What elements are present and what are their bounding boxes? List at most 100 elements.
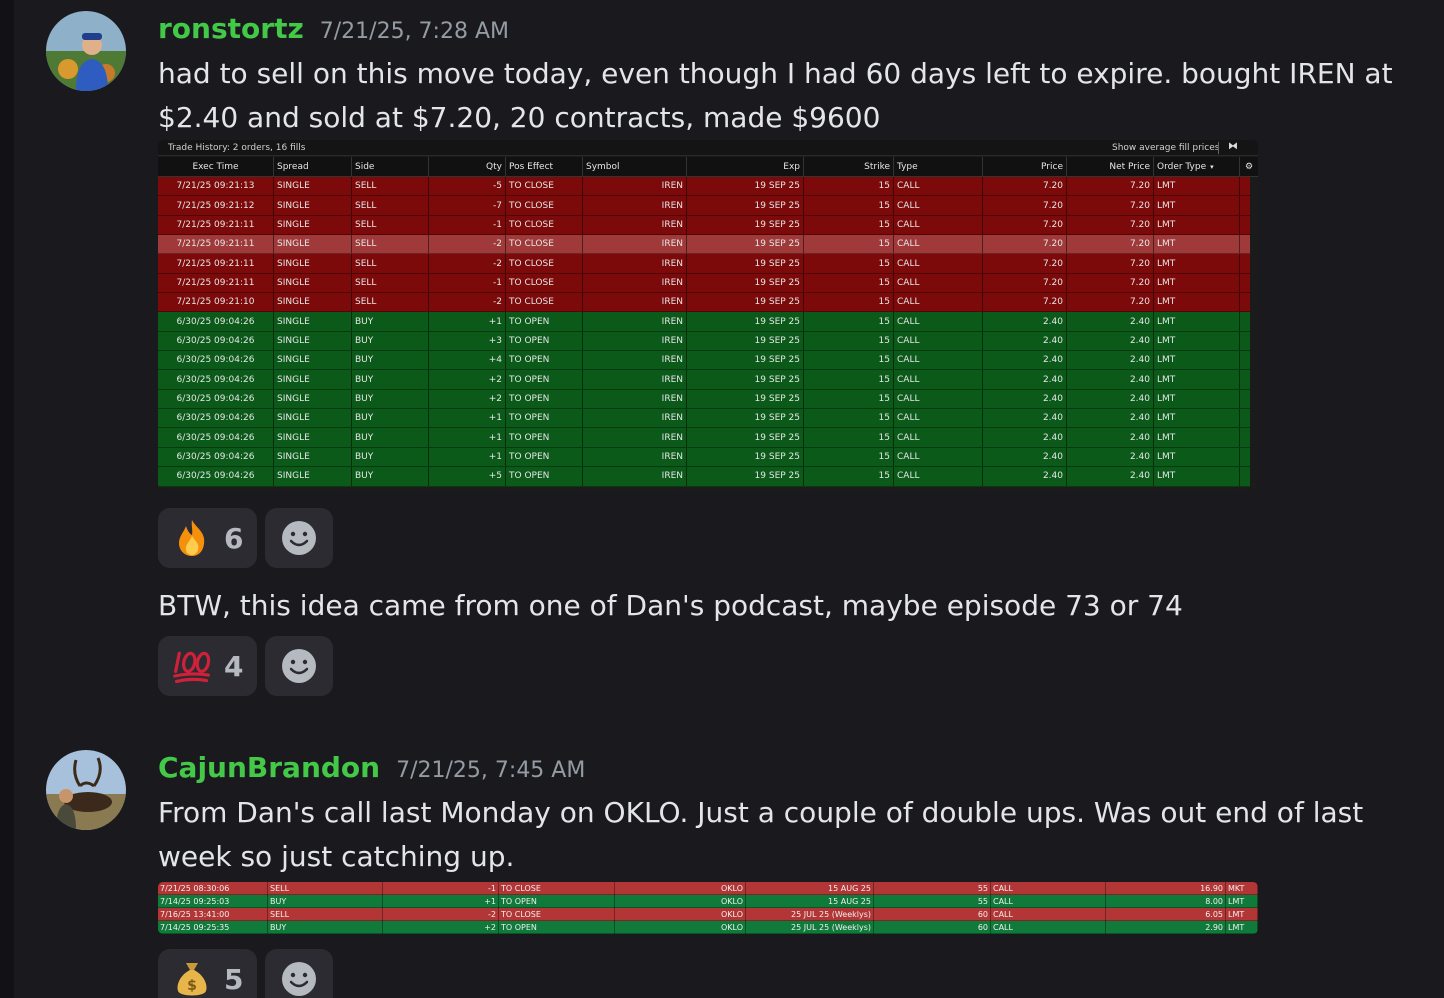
cell-spread: SINGLE bbox=[274, 235, 352, 254]
reaction-count: 5 bbox=[224, 962, 244, 996]
cell-exp: 19 SEP 25 bbox=[687, 312, 804, 331]
trade-history-image[interactable]: Trade History: 2 orders, 16 fills Show a… bbox=[158, 140, 1258, 490]
table-row: 6/30/25 09:04:26 SINGLE BUY +1 TO OPEN IREN 19… bbox=[158, 428, 1250, 448]
col-spread: Spread bbox=[274, 157, 352, 177]
cell-strike: 15 bbox=[804, 273, 894, 293]
cell-spread: SINGLE bbox=[274, 467, 352, 486]
cell-otype: LMT bbox=[1154, 177, 1240, 196]
col-exp: Exp bbox=[687, 157, 804, 177]
cell-spread: SINGLE bbox=[274, 273, 352, 293]
message-header: ronstortz 7/21/25, 7:28 AM bbox=[158, 12, 509, 45]
cell-side: SELL bbox=[352, 196, 429, 215]
table-row: 6/30/25 09:04:26 SINGLE BUY +1 TO OPEN IREN 19… bbox=[158, 312, 1250, 332]
cell-price: 7.20 bbox=[983, 215, 1067, 235]
cell-time: 7/21/25 09:21:11 bbox=[158, 235, 274, 254]
cell-pos: TO OPEN bbox=[506, 409, 583, 428]
cell-qty: -2 bbox=[429, 254, 506, 273]
cell-spread: SINGLE bbox=[274, 428, 352, 447]
table-row: 6/30/25 09:04:26 SINGLE BUY +4 TO OPEN IREN 19… bbox=[158, 351, 1250, 371]
cell-exp: 19 SEP 25 bbox=[687, 254, 804, 273]
cell-qty: +2 bbox=[383, 921, 499, 934]
cell-price: 2.40 bbox=[983, 389, 1067, 409]
cell-time: 7/21/25 09:21:13 bbox=[158, 177, 274, 196]
oklo-trades-image[interactable]: 7/21/25 08:30:06 SELL -1 TO CLOSE OKLO 15 AUG… bbox=[158, 882, 1258, 934]
cell-strike: 55 bbox=[874, 895, 991, 908]
cell-sym: OKLO bbox=[615, 895, 746, 908]
timestamp: 7/21/25, 7:28 AM bbox=[319, 19, 509, 44]
cell-sym: IREN bbox=[583, 235, 687, 254]
add-reaction-button[interactable] bbox=[265, 508, 334, 568]
message-text: had to sell on this move today, even tho… bbox=[158, 57, 1393, 134]
cell-pos: TO CLOSE bbox=[506, 293, 583, 312]
cell-strike: 15 bbox=[804, 428, 894, 447]
add-reaction-button[interactable] bbox=[265, 949, 334, 998]
table-row: 7/21/25 09:21:11 SINGLE SELL -1 TO CLOSE IREN… bbox=[158, 215, 1250, 236]
avatar[interactable] bbox=[46, 11, 126, 91]
cell-qty: -2 bbox=[429, 293, 506, 312]
cell-pos: TO OPEN bbox=[506, 428, 583, 447]
cell-exp: 25 JUL 25 (Weeklys) bbox=[746, 921, 874, 934]
message-text: From Dan's call last Monday on OKLO. Jus… bbox=[158, 796, 1364, 873]
cell-spread: SINGLE bbox=[274, 370, 352, 389]
cell-qty: -7 bbox=[429, 196, 506, 215]
cell-net: 2.40 bbox=[1067, 389, 1154, 409]
username[interactable]: ronstortz bbox=[158, 12, 304, 45]
add-reaction-button[interactable] bbox=[265, 636, 334, 696]
cell-type: CALL bbox=[894, 254, 983, 273]
cell-time: 7/21/25 08:30:06 bbox=[158, 882, 268, 895]
cell-strike: 15 bbox=[804, 331, 894, 351]
cell-qty: +1 bbox=[383, 895, 499, 908]
cell-otype: LMT bbox=[1154, 389, 1240, 409]
cell-qty: -1 bbox=[429, 215, 506, 235]
reaction-money-bag[interactable]: $ 5 bbox=[158, 949, 258, 998]
cell-otype: LMT bbox=[1154, 293, 1240, 312]
cell-otype: LMT bbox=[1154, 273, 1240, 293]
cell-time: 6/30/25 09:04:26 bbox=[158, 312, 274, 331]
cell-price: 7.20 bbox=[983, 235, 1067, 254]
username[interactable]: CajunBrandon bbox=[158, 751, 380, 784]
cell-spread: SINGLE bbox=[274, 331, 352, 351]
cell-sym: IREN bbox=[583, 389, 687, 409]
cell-time: 6/30/25 09:04:26 bbox=[158, 351, 274, 370]
cell-otype: LMT bbox=[1226, 908, 1258, 921]
cell-spread: SINGLE bbox=[274, 254, 352, 273]
cell-time: 7/21/25 09:21:11 bbox=[158, 273, 274, 293]
avatar[interactable] bbox=[46, 750, 126, 830]
table-row: 7/14/25 09:25:35 BUY +2 TO OPEN OKLO 25 JUL 2… bbox=[158, 921, 1258, 934]
cell-strike: 15 bbox=[804, 351, 894, 370]
cell-strike: 15 bbox=[804, 447, 894, 467]
table-row: 7/14/25 09:25:03 BUY +1 TO OPEN OKLO 15 AUG 2… bbox=[158, 895, 1258, 908]
reaction-hundred[interactable]: 4 bbox=[158, 636, 258, 696]
cell-type: CALL bbox=[894, 196, 983, 215]
reaction-fire[interactable]: 6 bbox=[158, 508, 258, 568]
cell-sym: IREN bbox=[583, 351, 687, 370]
cell-sym: IREN bbox=[583, 409, 687, 428]
cell-side: BUY bbox=[352, 351, 429, 370]
cell-type: CALL bbox=[894, 447, 983, 467]
cell-qty: +2 bbox=[429, 389, 506, 409]
cell-qty: +1 bbox=[429, 312, 506, 331]
col-net-price: Net Price bbox=[1067, 157, 1154, 177]
cell-type: CALL bbox=[894, 293, 983, 312]
cell-price: 6.05 bbox=[1106, 908, 1226, 921]
cell-spread: SINGLE bbox=[274, 177, 352, 196]
col-order-type: Order Type ▾ bbox=[1154, 157, 1240, 177]
svg-text:$: $ bbox=[187, 978, 197, 994]
cell-otype: LMT bbox=[1154, 312, 1240, 331]
col-pos-effect: Pos Effect bbox=[506, 157, 583, 177]
cell-spread: SINGLE bbox=[274, 389, 352, 409]
cell-exp: 19 SEP 25 bbox=[687, 370, 804, 389]
cell-pos: TO OPEN bbox=[506, 370, 583, 389]
cell-price: 2.40 bbox=[983, 312, 1067, 331]
cell-sym: IREN bbox=[583, 331, 687, 351]
fire-icon bbox=[172, 518, 212, 558]
cell-time: 6/30/25 09:04:26 bbox=[158, 370, 274, 389]
cell-pos: TO CLOSE bbox=[506, 235, 583, 254]
cell-otype: LMT bbox=[1154, 467, 1240, 486]
cell-type: CALL bbox=[894, 331, 983, 351]
cell-net: 2.40 bbox=[1067, 409, 1154, 428]
cell-exp: 25 JUL 25 (Weeklys) bbox=[746, 908, 874, 921]
cell-net: 7.20 bbox=[1067, 196, 1154, 215]
cell-side: BUY bbox=[352, 409, 429, 428]
cell-otype: LMT bbox=[1154, 447, 1240, 467]
